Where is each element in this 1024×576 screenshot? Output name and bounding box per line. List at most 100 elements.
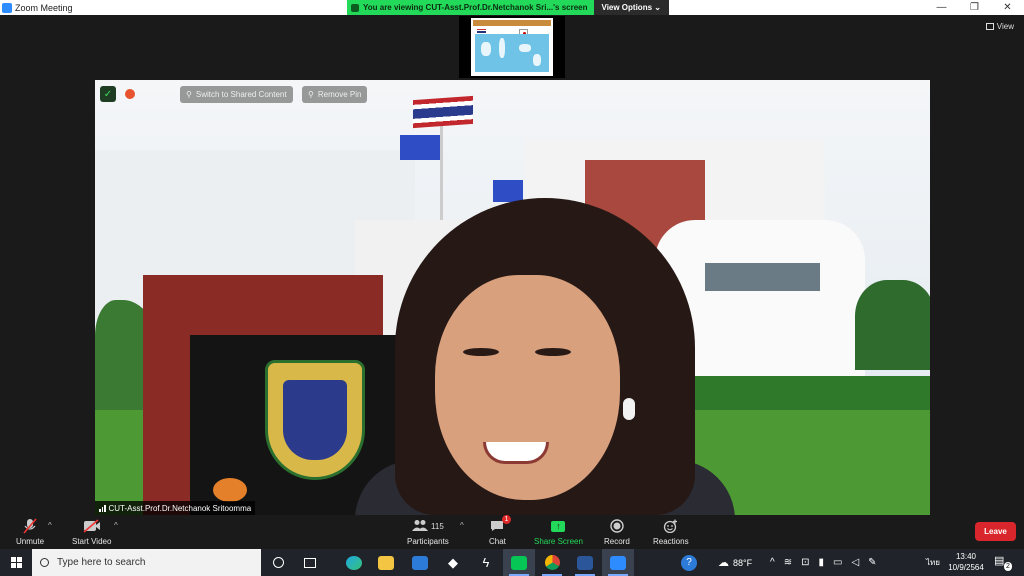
search-placeholder: Type here to search — [57, 557, 146, 568]
slide-header-bar — [473, 20, 551, 26]
taskbar-dropbox[interactable]: ◆ — [437, 549, 469, 576]
unmute-label: Unmute — [16, 537, 45, 546]
notification-count: 2 — [1004, 562, 1012, 571]
switch-to-shared-content-label: Switch to Shared Content — [195, 90, 287, 99]
microphone-muted-icon — [23, 517, 37, 535]
encryption-shield-icon: ✓ — [100, 86, 116, 102]
share-screen-icon: ↑ — [551, 520, 566, 532]
taskbar-zoom[interactable] — [602, 549, 634, 576]
taskbar-edge[interactable] — [338, 549, 370, 576]
weather-temp: 88°F — [733, 557, 753, 568]
taskbar-line[interactable] — [503, 549, 535, 576]
taskbar-file-explorer[interactable] — [370, 549, 402, 576]
weather-widget[interactable]: ☁ 88°F — [718, 549, 752, 576]
taskbar-app-bolt[interactable]: ϟ — [470, 549, 502, 576]
meeting-toolbar: Unmute ^ Start Video ^ 115 Participants … — [0, 515, 1024, 549]
zoom-icon — [610, 555, 626, 570]
participants-icon — [412, 519, 429, 534]
bolt-icon: ϟ — [482, 554, 490, 570]
help-icon: ? — [681, 554, 697, 571]
pin-icon: ⚲ — [308, 90, 314, 99]
zoom-app-icon — [2, 2, 12, 13]
taskbar-clock[interactable]: 13:40 10/9/2564 — [946, 551, 986, 573]
participants-count: 115 — [431, 521, 444, 531]
cortana-icon — [272, 557, 284, 568]
participant-name: CUT-Asst.Prof.Dr.Netchanok Sritoomma — [108, 503, 252, 513]
wifi-icon[interactable]: ≋ — [784, 557, 792, 568]
speaker-face — [435, 275, 620, 500]
shared-screen-thumbnail[interactable] — [459, 16, 565, 78]
start-button[interactable] — [0, 549, 32, 576]
pin-icon: ⚲ — [186, 90, 192, 99]
chat-unread-badge: 1 — [501, 515, 512, 524]
start-video-button[interactable]: Start Video — [72, 517, 111, 546]
share-screen-label: Share Screen — [534, 537, 583, 546]
chrome-icon — [544, 555, 560, 570]
show-hidden-icons-chevron-icon[interactable]: ^ — [770, 557, 775, 568]
search-icon — [40, 558, 49, 567]
share-screen-button[interactable]: ↑ Share Screen — [534, 517, 583, 546]
minimize-button[interactable]: — — [925, 0, 958, 15]
windows-start-icon — [10, 557, 22, 568]
participants-label: Participants — [407, 537, 449, 546]
battery-icon[interactable]: ▭ — [833, 557, 842, 568]
taskbar-search[interactable]: Type here to search — [32, 549, 261, 576]
clock-time: 13:40 — [955, 552, 977, 561]
video-status-badges: ✓ — [100, 86, 138, 102]
remove-pin-label: Remove Pin — [317, 90, 362, 99]
chat-label: Chat — [489, 537, 506, 546]
system-tray-icons: ^ ≋ ⊡ ▮ ▭ ◁ ✎ — [770, 549, 877, 576]
thai-flag — [413, 95, 473, 129]
mail-icon — [412, 555, 428, 570]
volume-icon[interactable]: ◁ — [851, 557, 859, 568]
record-label: Record — [604, 537, 630, 546]
video-off-icon — [83, 517, 101, 535]
cortana-button[interactable] — [262, 549, 294, 576]
microphone-icon[interactable]: ▮ — [818, 557, 824, 568]
shared-slide — [471, 18, 553, 76]
window-controls: — ❐ ✕ — [925, 0, 1024, 15]
chat-icon: 1 — [490, 515, 512, 535]
taskbar-mail[interactable] — [404, 549, 436, 576]
clock-date: 10/9/2564 — [948, 563, 984, 572]
view-layout-label: View — [996, 22, 1014, 31]
viewing-banner-text: You are viewing CUT-Asst.Prof.Dr.Netchan… — [363, 3, 588, 12]
maximize-button[interactable]: ❐ — [958, 0, 991, 15]
taskbar-chrome[interactable] — [536, 549, 568, 576]
windows-taskbar: Type here to search ◆ ϟ ? ☁ 88°F ^ ≋ ⊡ ▮… — [0, 549, 1024, 576]
meet-now-icon[interactable]: ⊡ — [801, 557, 809, 568]
record-button[interactable]: Record — [604, 517, 630, 546]
taskbar-word[interactable] — [569, 549, 601, 576]
unmute-button[interactable]: Unmute — [16, 517, 44, 546]
record-icon — [610, 517, 624, 535]
participants-options-chevron-icon[interactable]: ^ — [460, 521, 464, 530]
view-layout-button[interactable]: View — [985, 22, 1014, 31]
remove-pin-button[interactable]: ⚲ Remove Pin — [302, 86, 368, 103]
help-button[interactable]: ? — [681, 549, 697, 576]
audio-options-chevron-icon[interactable]: ^ — [48, 521, 52, 530]
task-view-button[interactable] — [294, 549, 326, 576]
view-options-button[interactable]: View Options ⌄ — [593, 0, 669, 15]
grid-view-icon — [985, 23, 994, 30]
line-icon — [511, 555, 527, 570]
chat-button[interactable]: 1 Chat — [489, 515, 512, 546]
word-icon — [577, 555, 593, 570]
leave-button[interactable]: Leave — [975, 522, 1016, 541]
viewing-banner: You are viewing CUT-Asst.Prof.Dr.Netchan… — [347, 0, 594, 15]
switch-to-shared-content-button[interactable]: ⚲ Switch to Shared Content — [180, 86, 293, 103]
video-options-chevron-icon[interactable]: ^ — [114, 521, 118, 530]
speaker-video[interactable] — [95, 80, 930, 515]
close-button[interactable]: ✕ — [991, 0, 1024, 15]
edge-icon — [346, 555, 362, 570]
earbud — [623, 398, 635, 420]
pen-icon[interactable]: ✎ — [868, 557, 876, 568]
input-language[interactable]: ไทย — [926, 549, 940, 576]
reactions-label: Reactions — [653, 537, 689, 546]
reactions-button[interactable]: Reactions — [653, 517, 689, 546]
participants-button[interactable]: 115 Participants — [407, 517, 449, 546]
start-video-label: Start Video — [72, 537, 112, 546]
screen-share-banner: You are viewing CUT-Asst.Prof.Dr.Netchan… — [347, 0, 669, 15]
task-view-icon — [304, 557, 316, 568]
file-explorer-icon — [378, 555, 394, 570]
reactions-icon — [663, 517, 678, 535]
